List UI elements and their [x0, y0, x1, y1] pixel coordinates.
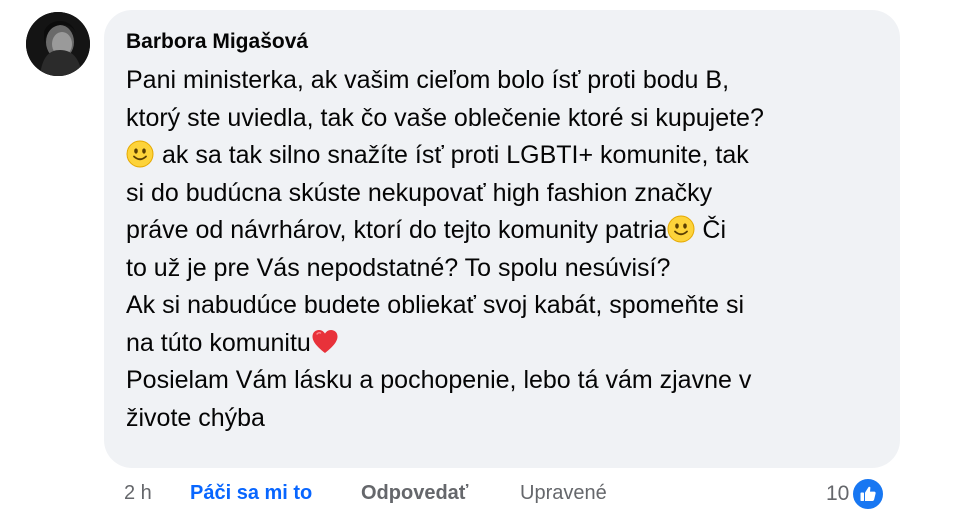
edited-label[interactable]: Upravené	[520, 482, 607, 505]
comment-line: Ak si nabudúce budete obliekať svoj kabá…	[126, 291, 745, 319]
comment-line: živote chýba	[126, 403, 265, 432]
comment-line: si do budúcna skúste nekupovať high fash…	[126, 178, 713, 207]
comment-line: to už je pre Vás nepodstatné? To spolu n…	[126, 253, 671, 282]
comment-line-text: Či	[695, 216, 727, 244]
comment-line: na túto komunitu	[126, 325, 896, 363]
reaction-count: 10	[826, 482, 850, 505]
thumbs-up-icon	[851, 477, 886, 511]
comment-line: Pani ministerka, ak vašim cieľom bolo ís…	[126, 66, 730, 94]
comment-line-text: ak sa tak silno snažíte ísť proti LGBTI+…	[162, 141, 749, 169]
comment-text: Pani ministerka, ak vašim cieľom bolo ís…	[126, 62, 896, 437]
reaction-summary[interactable]: 10	[826, 476, 886, 512]
comment-line-text: na túto komunitu	[126, 328, 311, 357]
red-heart-emoji-icon	[311, 328, 339, 356]
smiling-face-emoji-icon	[667, 215, 695, 243]
profile-photo-icon	[26, 12, 90, 76]
like-button[interactable]: Páči sa mi to	[190, 482, 312, 505]
avatar[interactable]	[26, 12, 90, 76]
author-name[interactable]: Barbora Migašová	[126, 30, 308, 54]
timestamp[interactable]: 2 h	[124, 482, 152, 505]
smiling-face-emoji-icon	[126, 140, 154, 168]
comment-bubble: Barbora Migašová Pani ministerka, ak vaš…	[104, 10, 900, 468]
comment-line: práve od návrhárov, ktorí do tejto komun…	[126, 212, 896, 250]
comment-line: ak sa tak silno snažíte ísť proti LGBTI+…	[126, 137, 896, 175]
reply-button[interactable]: Odpovedať	[361, 482, 468, 505]
comment-line: ktorý ste uviedla, tak čo vaše oblečenie…	[126, 103, 764, 132]
comment-line: Posielam Vám lásku a pochopenie, lebo tá…	[126, 366, 752, 394]
comment-line-text: práve od návrhárov, ktorí do tejto komun…	[126, 216, 668, 244]
comment: Barbora Migašová Pani ministerka, ak vaš…	[0, 0, 980, 516]
